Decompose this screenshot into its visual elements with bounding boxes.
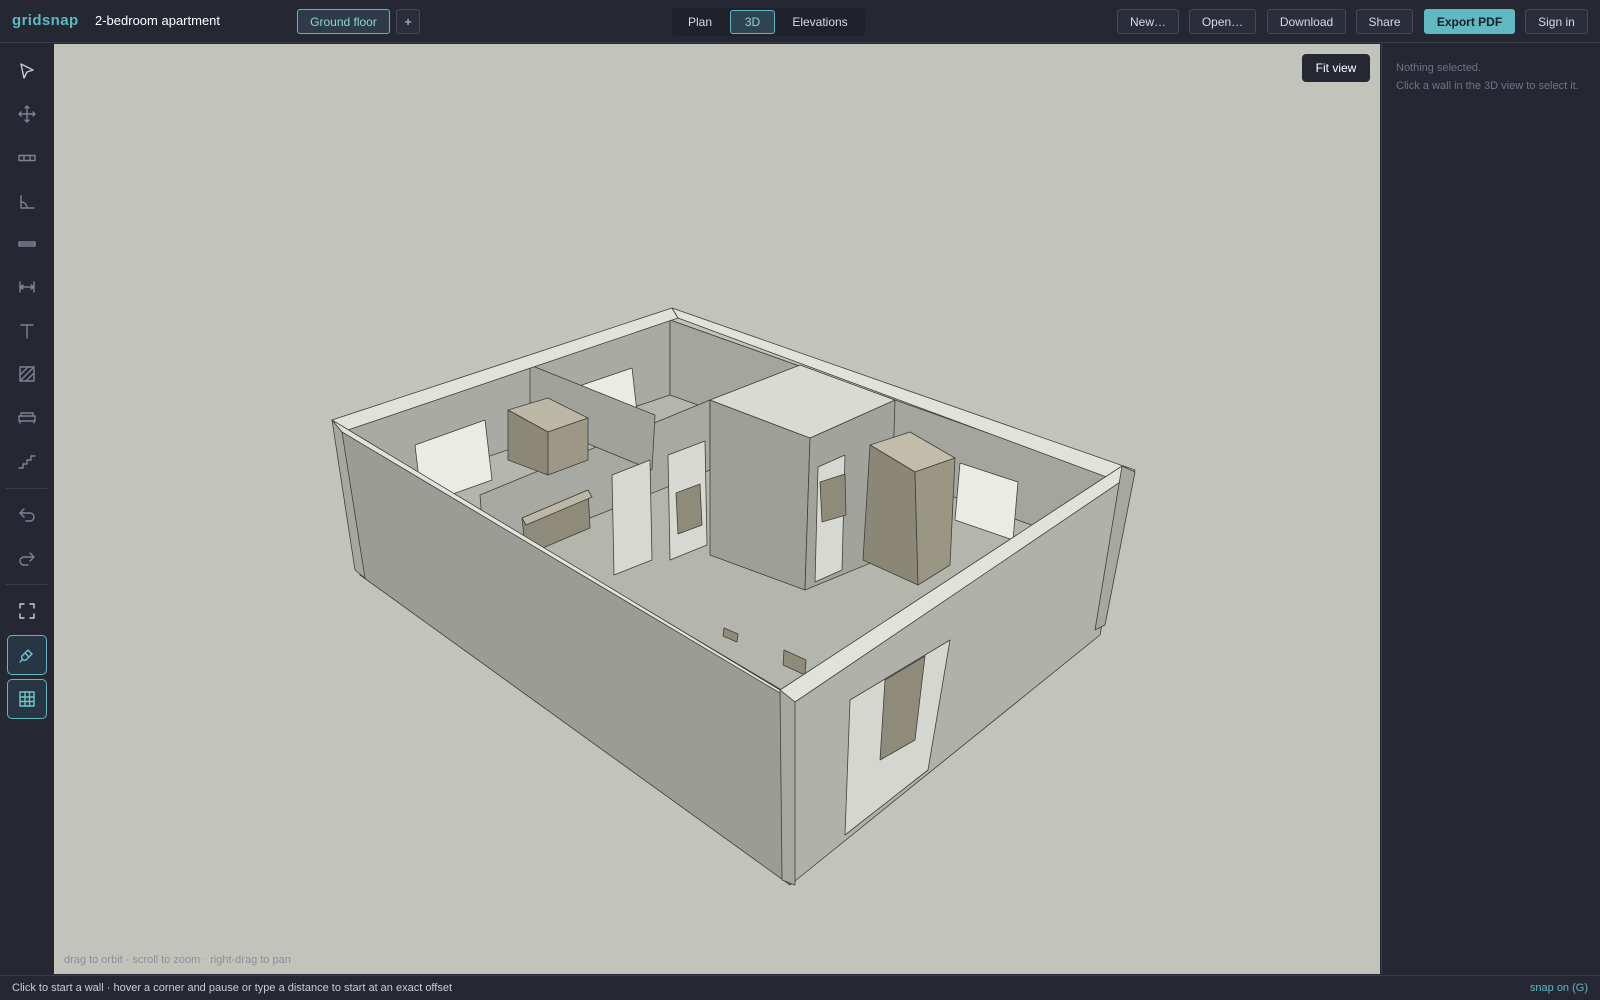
- cursor-icon: [20, 63, 34, 79]
- text-icon: [20, 324, 34, 339]
- inspector-panel: Nothing selected. Click a wall in the 3D…: [1381, 44, 1600, 974]
- add-floor-button[interactable]: +: [396, 9, 420, 34]
- view-mode-switcher: Plan 3D Elevations: [672, 8, 865, 36]
- project-name[interactable]: 2-bedroom apartment: [95, 13, 220, 28]
- room-tool[interactable]: [7, 182, 47, 222]
- sofa-icon: [18, 412, 36, 424]
- tab-elevations[interactable]: Elevations: [780, 10, 860, 34]
- redo-button[interactable]: [7, 538, 47, 578]
- fullscreen-icon: [19, 603, 35, 619]
- hatch-tool[interactable]: [7, 354, 47, 394]
- hatch-icon: [19, 366, 35, 382]
- top-bar: gridsnap 2-bedroom apartment Ground floo…: [0, 0, 1600, 43]
- inspector-title: Nothing selected.: [1396, 62, 1481, 74]
- snap-status[interactable]: snap on (G): [1530, 982, 1588, 994]
- move-icon: [18, 105, 36, 123]
- inspector-description: Click a wall in the 3D view to select it…: [1396, 80, 1579, 92]
- furniture-tool[interactable]: [7, 397, 47, 437]
- opening-icon: [18, 241, 36, 247]
- export-pdf-button[interactable]: Export PDF: [1424, 9, 1515, 34]
- dimension-icon: [19, 281, 35, 293]
- status-bar: Click to start a wall · hover a corner a…: [0, 975, 1600, 1000]
- snap-toggle[interactable]: [7, 635, 47, 675]
- open-button[interactable]: Open…: [1189, 9, 1256, 34]
- apartment-3d-model[interactable]: [54, 44, 1380, 974]
- tab-plan[interactable]: Plan: [676, 10, 724, 34]
- grid-toggle[interactable]: [7, 679, 47, 719]
- share-button[interactable]: Share: [1356, 9, 1413, 34]
- wall-icon: [18, 154, 36, 162]
- redo-icon: [19, 552, 35, 566]
- magnet-icon: [19, 649, 33, 663]
- select-tool[interactable]: [7, 51, 47, 91]
- text-tool[interactable]: [7, 311, 47, 351]
- floor-selector[interactable]: Ground floor: [297, 9, 390, 34]
- fullscreen-button[interactable]: [7, 591, 47, 631]
- 3d-viewport[interactable]: Fit view drag to orbit · scroll to zoom …: [54, 44, 1380, 974]
- grid-icon: [19, 691, 35, 707]
- status-message: Click to start a wall · hover a corner a…: [12, 982, 453, 994]
- wall-tool[interactable]: [7, 138, 47, 178]
- move-tool[interactable]: [7, 94, 47, 134]
- undo-button[interactable]: [7, 494, 47, 534]
- room-icon: [20, 195, 35, 209]
- stairs-icon: [18, 455, 36, 469]
- dimension-tool[interactable]: [7, 267, 47, 307]
- left-toolbar: [0, 44, 53, 974]
- opening-tool[interactable]: [7, 224, 47, 264]
- tab-3d[interactable]: 3D: [730, 10, 775, 34]
- sign-in-button[interactable]: Sign in: [1525, 9, 1588, 34]
- stairs-tool[interactable]: [7, 441, 47, 481]
- app-logo: gridsnap: [12, 12, 79, 29]
- navigation-hint: drag to orbit · scroll to zoom · right-d…: [64, 954, 291, 966]
- new-button[interactable]: New…: [1117, 9, 1179, 34]
- download-button[interactable]: Download: [1267, 9, 1346, 34]
- undo-icon: [19, 508, 35, 522]
- fit-view-button[interactable]: Fit view: [1302, 54, 1370, 82]
